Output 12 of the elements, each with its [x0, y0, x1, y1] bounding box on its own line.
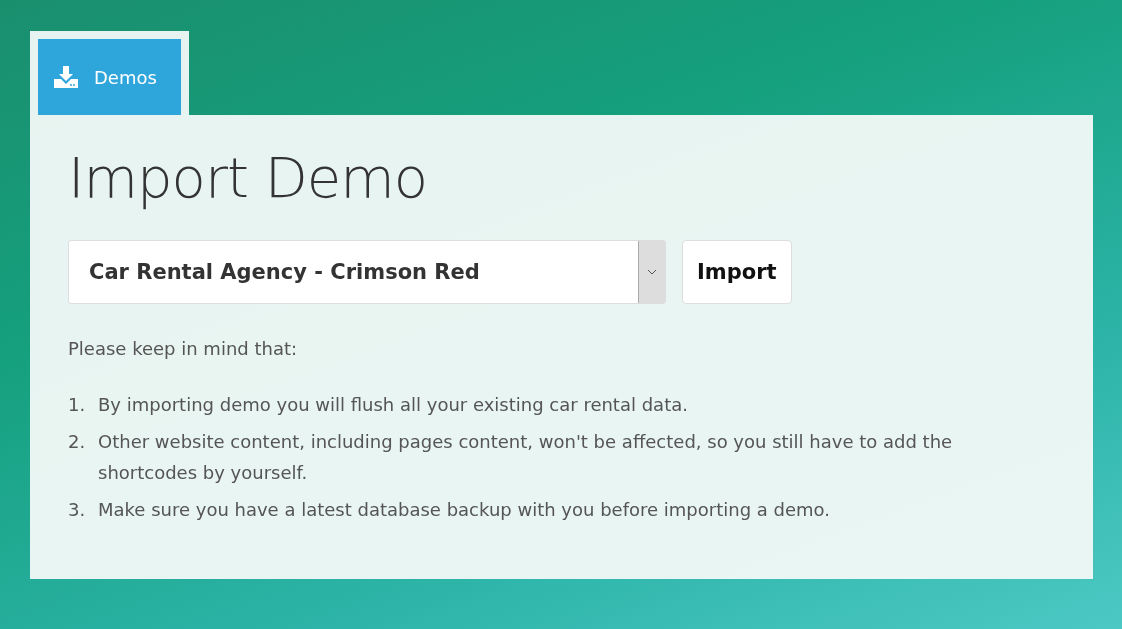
- caret-icon: [638, 241, 665, 303]
- demo-select[interactable]: Car Rental Agency - Crimson Red: [68, 240, 666, 304]
- intro-text: Please keep in mind that:: [68, 338, 299, 359]
- note-text: By importing demo you will flush all your existing car rental data.: [98, 393, 688, 417]
- download-icon: [54, 66, 78, 88]
- note-text: Other website content, including pages content, won't be affected, so you still have to add the shortcodes by yourself.: [98, 430, 954, 485]
- page-title: Import Demo: [68, 145, 429, 210]
- import-button[interactable]: Import: [682, 240, 792, 304]
- list-number: 2.: [68, 430, 87, 454]
- note-text: Make sure you have a latest database backup with you before importing a demo.: [98, 498, 830, 522]
- list-number: 1.: [68, 393, 87, 417]
- list-number: 3.: [68, 498, 87, 522]
